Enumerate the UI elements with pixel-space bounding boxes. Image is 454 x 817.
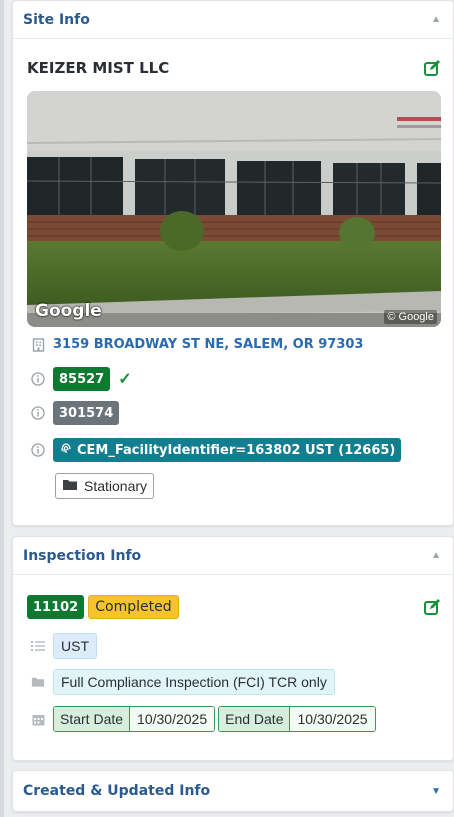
inspection-type-row: Full Compliance Inspection (FCI) TCR onl… bbox=[31, 669, 335, 695]
inspection-info-title: Inspection Info bbox=[23, 547, 142, 564]
start-date-group: Start Date 10/30/2025 bbox=[53, 706, 216, 732]
chevron-up-icon[interactable]: ▲ bbox=[431, 550, 441, 561]
created-updated-header[interactable]: Created & Updated Info ▼ bbox=[13, 771, 453, 811]
created-updated-panel: Created & Updated Info ▼ bbox=[12, 770, 454, 812]
folder-icon bbox=[62, 478, 78, 494]
left-edge-divider bbox=[0, 0, 4, 817]
primary-id-badge: 85527 bbox=[53, 367, 111, 391]
site-address-link[interactable]: 3159 BROADWAY ST NE, SALEM, OR 97303 bbox=[53, 337, 363, 352]
inspection-status-row: 11102 Completed bbox=[27, 595, 441, 619]
google-logo: Google bbox=[35, 301, 102, 321]
program-chip: UST bbox=[53, 633, 97, 659]
edit-inspection-icon[interactable] bbox=[423, 598, 441, 616]
inspection-info-panel: Inspection Info ▲ 11102 Completed UST Fu… bbox=[12, 536, 454, 761]
end-date-label: End Date bbox=[219, 707, 291, 731]
site-info-header[interactable]: Site Info ▲ bbox=[13, 1, 453, 39]
facility-identifier-text: CEM_FacilityIdentifier=163802 UST (12665… bbox=[77, 442, 396, 458]
inspection-id-badge: 11102 bbox=[27, 595, 85, 619]
secondary-id-row: 301574 bbox=[31, 401, 120, 425]
start-date-label: Start Date bbox=[54, 707, 131, 731]
start-date-value: 10/30/2025 bbox=[130, 707, 215, 731]
chevron-down-icon[interactable]: ▼ bbox=[431, 786, 441, 797]
site-info-panel: Site Info ▲ KEIZER MIST LLC Google © Goo… bbox=[12, 0, 454, 526]
info-circle-icon[interactable] bbox=[31, 406, 45, 420]
facility-name-row: KEIZER MIST LLC bbox=[27, 59, 441, 77]
info-circle-icon[interactable] bbox=[31, 443, 45, 457]
street-view-photo: Google © Google bbox=[27, 91, 441, 327]
program-row: UST bbox=[31, 633, 97, 659]
check-icon: ✓ bbox=[118, 371, 132, 388]
site-info-title: Site Info bbox=[23, 11, 90, 28]
end-date-group: End Date 10/30/2025 bbox=[218, 706, 376, 732]
chevron-up-icon[interactable]: ▲ bbox=[431, 14, 441, 25]
end-date-value: 10/30/2025 bbox=[290, 707, 375, 731]
fingerprint-icon bbox=[59, 441, 73, 459]
primary-id-row: 85527 ✓ bbox=[31, 367, 132, 391]
info-circle-icon[interactable] bbox=[31, 372, 45, 386]
folder-icon bbox=[31, 675, 45, 689]
google-copyright: © Google bbox=[384, 310, 437, 324]
category-label: Stationary bbox=[84, 478, 148, 494]
inspection-type-chip: Full Compliance Inspection (FCI) TCR onl… bbox=[53, 669, 335, 695]
created-updated-title: Created & Updated Info bbox=[23, 783, 211, 799]
inspection-info-header[interactable]: Inspection Info ▲ bbox=[13, 537, 453, 575]
date-groups: Start Date 10/30/2025 End Date 10/30/202… bbox=[53, 706, 376, 732]
calendar-icon bbox=[31, 712, 45, 726]
building-icon bbox=[31, 337, 45, 352]
category-row: Stationary bbox=[55, 473, 155, 499]
facility-identifier-tag: CEM_FacilityIdentifier=163802 UST (12665… bbox=[53, 438, 402, 462]
dates-row: Start Date 10/30/2025 End Date 10/30/202… bbox=[31, 706, 376, 732]
secondary-id-badge: 301574 bbox=[53, 401, 120, 425]
status-badge: Completed bbox=[88, 595, 179, 619]
category-chip: Stationary bbox=[55, 473, 155, 499]
list-icon bbox=[31, 639, 45, 653]
facility-name: KEIZER MIST LLC bbox=[27, 59, 170, 77]
inspection-badges: 11102 Completed bbox=[27, 595, 179, 619]
identifier-row: CEM_FacilityIdentifier=163802 UST (12665… bbox=[31, 438, 402, 462]
edit-site-icon[interactable] bbox=[423, 59, 441, 77]
address-row: 3159 BROADWAY ST NE, SALEM, OR 97303 bbox=[31, 337, 363, 352]
